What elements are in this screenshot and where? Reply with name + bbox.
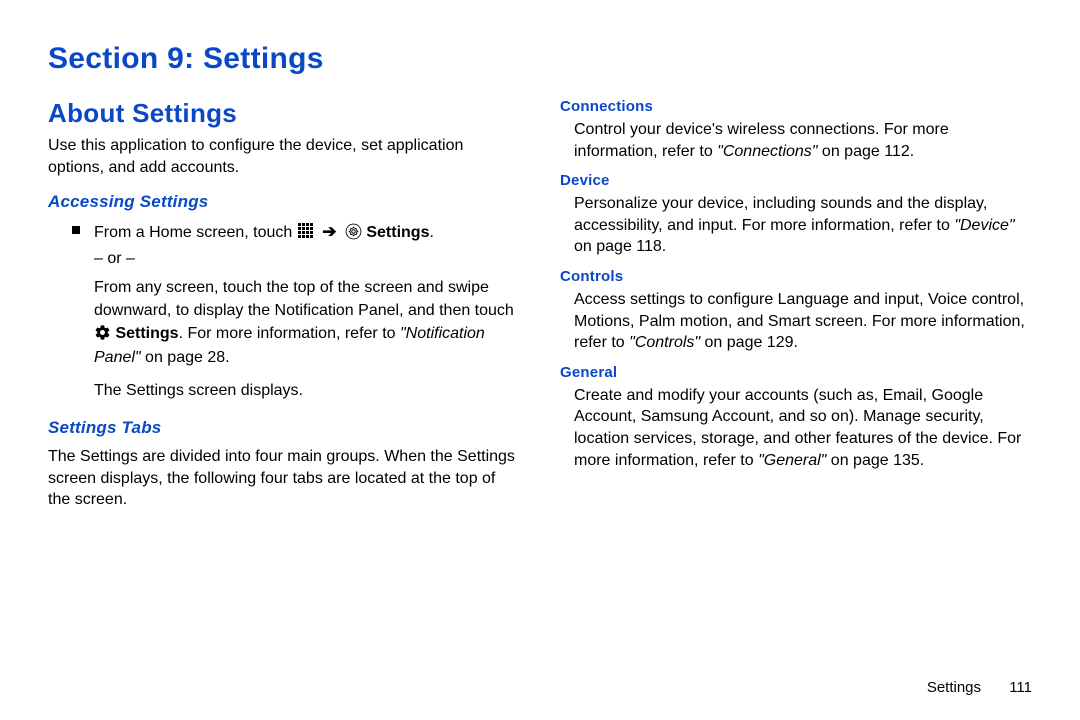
tab-title: Controls [560, 268, 1030, 285]
two-column-layout: About Settings Use this application to c… [48, 98, 1032, 519]
accessing-para2: From any screen, touch the top of the sc… [94, 276, 518, 369]
cross-ref-link[interactable]: "Controls" [629, 334, 700, 351]
text-fragment: on page 112. [817, 143, 914, 160]
tab-block-device: Device Personalize your device, includin… [560, 172, 1030, 258]
tab-body: Personalize your device, including sound… [574, 193, 1030, 258]
text-fragment: From a Home screen, touch [94, 224, 297, 241]
cross-ref-link[interactable]: "Connections" [717, 143, 817, 160]
text-fragment: Personalize your device, including sound… [574, 195, 987, 234]
accessing-para3: The Settings screen displays. [94, 379, 518, 402]
bullet-content: From a Home screen, touch [94, 220, 518, 402]
cross-ref-link[interactable]: "General" [758, 452, 826, 469]
tab-title: Device [560, 172, 1030, 189]
heading-about-settings: About Settings [48, 98, 518, 129]
text-fragment: on page 118. [574, 238, 666, 255]
document-page: Section 9: Settings About Settings Use t… [0, 0, 1080, 720]
page-footer: Settings 111 [927, 679, 1032, 696]
or-line: – or – [94, 247, 518, 270]
about-intro-text: Use this application to configure the de… [48, 135, 518, 178]
tab-title: General [560, 364, 1030, 381]
footer-page-number: 111 [1009, 679, 1032, 696]
section-title: Section 9: Settings [48, 42, 1032, 76]
bullet-row: From a Home screen, touch [72, 220, 518, 402]
column-left: About Settings Use this application to c… [48, 98, 518, 519]
cross-ref-link[interactable]: "Device" [954, 217, 1014, 234]
tab-body: Control your device's wireless connectio… [574, 119, 1030, 162]
settings-gear-outline-icon [345, 223, 362, 240]
tab-block-controls: Controls Access settings to configure La… [560, 268, 1030, 354]
text-fragment: on page 28. [141, 349, 230, 366]
tab-block-general: General Create and modify your accounts … [560, 364, 1030, 471]
column-right: Connections Control your device's wirele… [560, 98, 1030, 519]
tab-title: Connections [560, 98, 1030, 115]
footer-section-label: Settings [927, 679, 981, 696]
text-fragment: . For more information, refer to [179, 325, 400, 342]
heading-settings-tabs: Settings Tabs [48, 418, 518, 438]
text-fragment: From any screen, touch the top of the sc… [94, 279, 514, 319]
heading-accessing-settings: Accessing Settings [48, 192, 518, 212]
apps-grid-icon [297, 222, 314, 239]
text-fragment: on page 129. [700, 334, 798, 351]
tab-block-connections: Connections Control your device's wirele… [560, 98, 1030, 162]
settings-label: Settings [115, 325, 178, 342]
text-fragment: . [429, 224, 433, 241]
tabs-intro-text: The Settings are divided into four main … [48, 446, 518, 511]
tab-body: Create and modify your accounts (such as… [574, 385, 1030, 471]
bullet-icon [72, 226, 80, 234]
settings-gear-solid-icon [94, 324, 111, 341]
arrow-right-icon: ➔ [322, 220, 336, 245]
text-fragment: on page 135. [826, 452, 924, 469]
settings-label: Settings [366, 224, 429, 241]
tab-body: Access settings to configure Language an… [574, 289, 1030, 354]
